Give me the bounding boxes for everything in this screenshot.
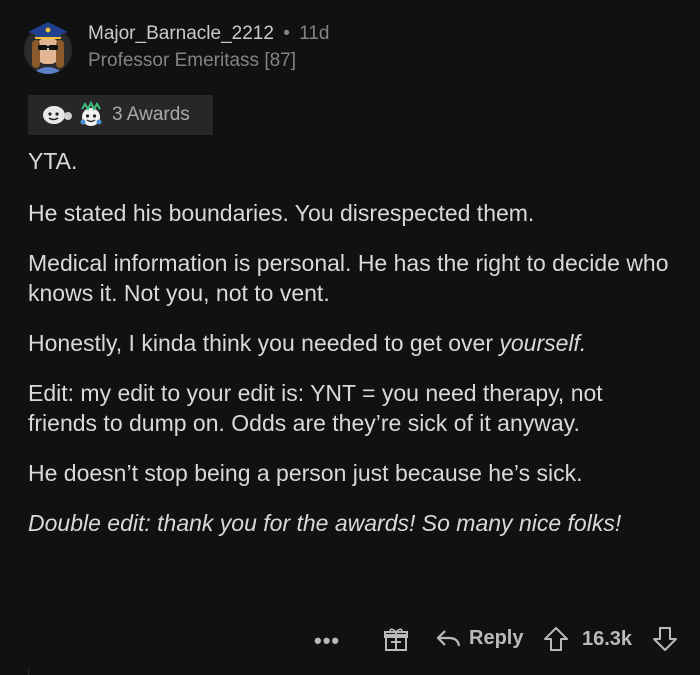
comment-paragraph: Edit: my edit to your edit is: YNT = you…	[28, 380, 603, 436]
awards-count: 3 Awards	[112, 104, 190, 125]
comment-text: Honestly, I kinda think you needed to ge…	[28, 330, 500, 356]
user-flair: Professor Emeritass [87]	[88, 50, 297, 71]
comment-paragraph: YTA.	[28, 148, 78, 174]
comment-paragraph: Medical information is personal. He has …	[28, 250, 669, 306]
comment-paragraph: He doesn’t stop being a person just beca…	[28, 460, 583, 486]
comment-action-bar: ••• Reply 16.3k	[0, 622, 700, 658]
downvote-icon[interactable]	[652, 625, 678, 653]
author-name[interactable]: Major_Barnacle_2212	[88, 23, 274, 44]
meta-separator: •	[283, 23, 290, 44]
emphasis-text: yourself.	[499, 330, 587, 356]
avatar[interactable]	[20, 14, 76, 76]
comment: Major_Barnacle_2212 • 11d Professor Emer…	[0, 0, 700, 675]
gift-award-icon[interactable]	[383, 626, 409, 652]
upvote-icon[interactable]	[543, 625, 569, 653]
more-options-button[interactable]: •••	[314, 628, 340, 654]
thread-line	[28, 668, 29, 675]
vote-score: 16.3k	[582, 628, 633, 650]
comment-paragraph: Double edit: thank you for the awards! S…	[28, 510, 622, 536]
avatar-image	[24, 22, 72, 74]
reply-button[interactable]: Reply	[435, 626, 523, 650]
reply-label: Reply	[469, 626, 524, 649]
comment-paragraph: Honestly, I kinda think you needed to ge…	[28, 328, 678, 358]
wholesome-award-icon	[43, 106, 72, 124]
comment-paragraph: He stated his boundaries. You disrespect…	[28, 200, 535, 226]
comment-body: YTA. He stated his boundaries. You disre…	[28, 146, 678, 558]
awards-chip[interactable]: 3 Awards	[28, 95, 213, 135]
comment-age: 11d	[299, 23, 330, 44]
reply-icon	[436, 630, 461, 647]
animal-award-icon	[80, 100, 102, 126]
author-row: Major_Barnacle_2212 • 11d	[88, 22, 329, 46]
